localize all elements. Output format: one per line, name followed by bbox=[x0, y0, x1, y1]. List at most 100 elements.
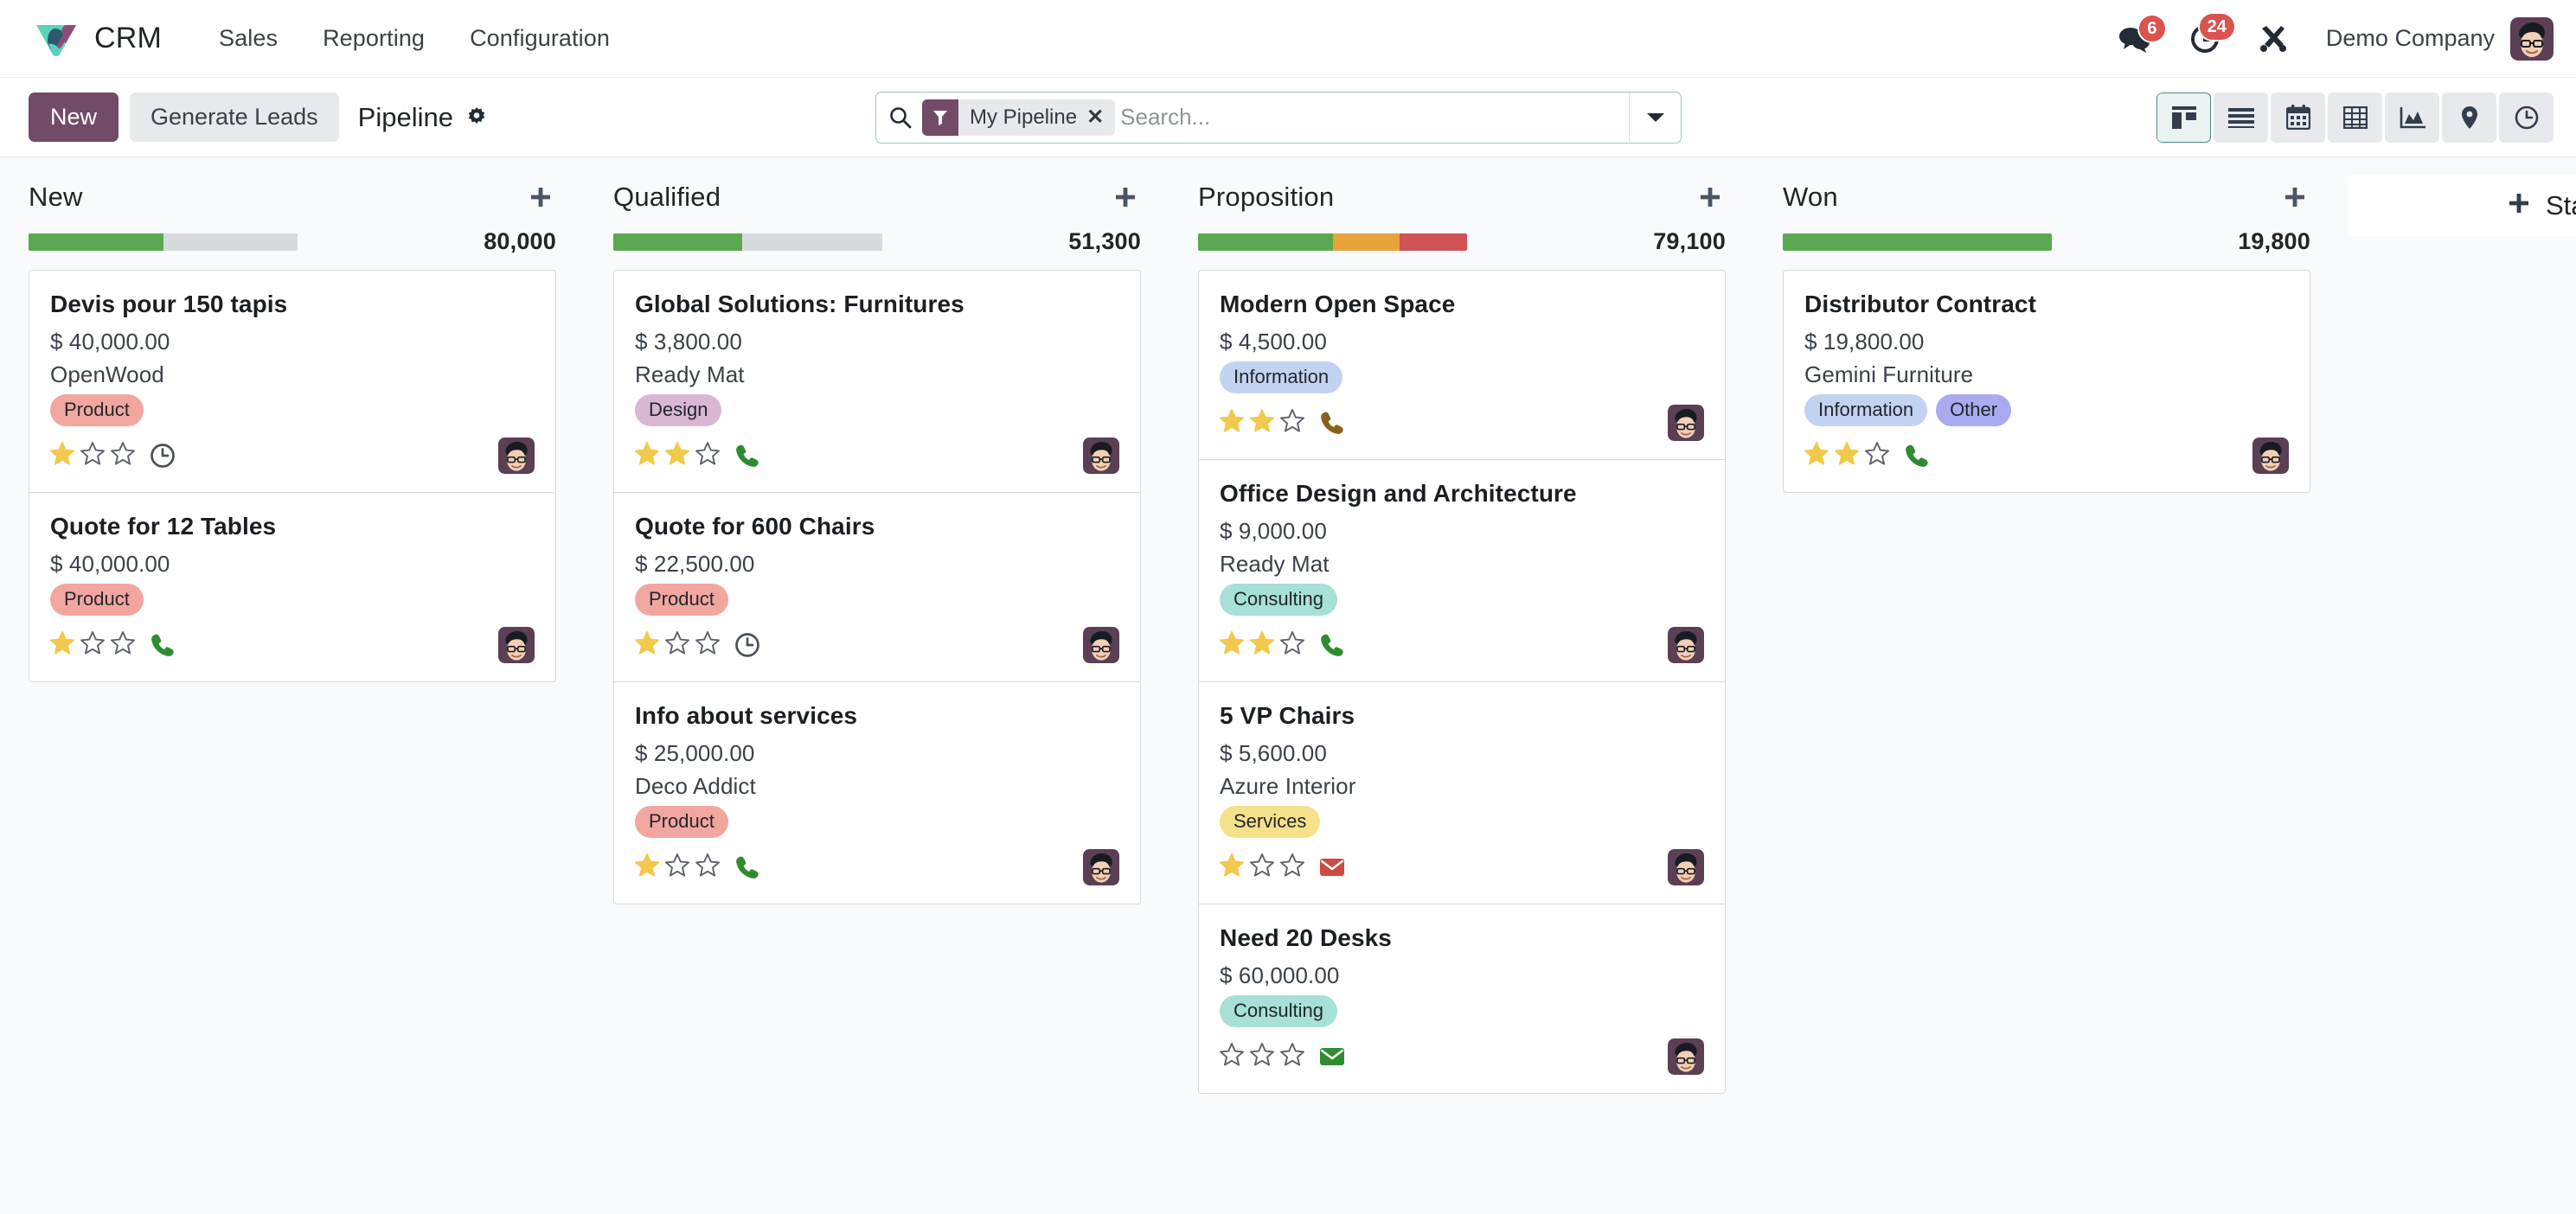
add-card-button[interactable] bbox=[1695, 185, 1726, 209]
star-rating-item[interactable] bbox=[1280, 853, 1304, 881]
progress-segment[interactable] bbox=[1783, 233, 2052, 251]
star-rating-item[interactable] bbox=[635, 631, 659, 659]
card-tag[interactable]: Information bbox=[1804, 393, 1928, 427]
card-assignee-avatar[interactable] bbox=[1083, 849, 1119, 886]
settings-cog-button[interactable] bbox=[465, 106, 488, 129]
card-activity-button[interactable] bbox=[734, 854, 760, 880]
progress-segment[interactable] bbox=[613, 233, 743, 251]
view-button-map[interactable] bbox=[2442, 92, 2496, 143]
kanban-column-title[interactable]: Won bbox=[1783, 182, 1838, 213]
messages-button[interactable]: 6 bbox=[2099, 13, 2170, 53]
star-rating-item[interactable] bbox=[1220, 631, 1244, 659]
view-button-list[interactable] bbox=[2214, 92, 2268, 143]
kanban-card[interactable]: Info about services $ 25,000.00 Deco Addic… bbox=[614, 682, 1140, 904]
card-assignee-avatar[interactable] bbox=[1083, 438, 1119, 475]
card-activity-button[interactable] bbox=[1319, 857, 1345, 878]
kanban-card[interactable]: Quote for 600 Chairs $ 22,500.00 Product bbox=[614, 493, 1140, 683]
card-assignee-avatar[interactable] bbox=[1083, 627, 1119, 664]
developer-tools-button[interactable] bbox=[2240, 24, 2307, 54]
star-rating-item[interactable] bbox=[695, 853, 720, 881]
progress-segment[interactable] bbox=[1400, 233, 1467, 251]
star-rating-item[interactable] bbox=[111, 442, 135, 470]
card-tag[interactable]: Product bbox=[50, 583, 144, 617]
kanban-card[interactable]: Quote for 12 Tables $ 40,000.00 Product bbox=[29, 493, 555, 681]
star-rating-item[interactable] bbox=[80, 442, 105, 470]
nav-item-reporting[interactable]: Reporting bbox=[300, 16, 447, 61]
card-tag[interactable]: Product bbox=[50, 393, 144, 427]
card-activity-button[interactable] bbox=[150, 632, 176, 658]
progress-segment[interactable] bbox=[1198, 233, 1333, 251]
card-tag[interactable]: Design bbox=[635, 393, 722, 427]
new-button[interactable]: New bbox=[29, 92, 119, 143]
card-assignee-avatar[interactable] bbox=[1668, 849, 1704, 886]
star-rating-item[interactable] bbox=[111, 631, 135, 659]
star-rating-item[interactable] bbox=[1250, 631, 1274, 659]
card-activity-button[interactable] bbox=[1319, 410, 1345, 436]
star-rating-item[interactable] bbox=[1220, 409, 1244, 437]
card-activity-button[interactable] bbox=[734, 443, 760, 469]
company-selector[interactable]: Demo Company bbox=[2307, 25, 2510, 52]
add-card-button[interactable] bbox=[1110, 185, 1141, 209]
star-rating-item[interactable] bbox=[665, 442, 689, 470]
view-button-activity[interactable] bbox=[2499, 92, 2554, 143]
add-card-button[interactable] bbox=[525, 185, 556, 209]
star-rating-item[interactable] bbox=[1865, 442, 1889, 470]
kanban-card[interactable]: Modern Open Space $ 4,500.00 Information bbox=[1199, 271, 1725, 461]
star-rating-item[interactable] bbox=[1804, 442, 1829, 470]
kanban-card[interactable]: Distributor Contract $ 19,800.00 Gemini Fu… bbox=[1784, 271, 2310, 492]
star-rating-item[interactable] bbox=[1835, 442, 1859, 470]
view-button-pivot[interactable] bbox=[2328, 92, 2382, 143]
progress-segment[interactable] bbox=[29, 233, 163, 251]
search-input[interactable] bbox=[1120, 92, 1629, 143]
brand[interactable]: CRM bbox=[33, 17, 162, 61]
card-activity-button[interactable] bbox=[1904, 443, 1930, 469]
nav-item-configuration[interactable]: Configuration bbox=[447, 16, 632, 61]
kanban-column-title[interactable]: Proposition bbox=[1198, 182, 1334, 213]
star-rating-item[interactable] bbox=[50, 442, 74, 470]
card-tag[interactable]: Product bbox=[635, 805, 728, 839]
star-rating-item[interactable] bbox=[695, 631, 720, 659]
star-rating-item[interactable] bbox=[1250, 1043, 1274, 1070]
kanban-card[interactable]: Devis pour 150 tapis $ 40,000.00 OpenWood P… bbox=[29, 271, 555, 494]
generate-leads-button[interactable]: Generate Leads bbox=[130, 92, 339, 143]
star-rating-item[interactable] bbox=[80, 631, 105, 659]
progress-segment[interactable] bbox=[742, 233, 882, 251]
star-rating-item[interactable] bbox=[50, 631, 74, 659]
card-tag[interactable]: Information bbox=[1220, 361, 1343, 394]
card-tag[interactable]: Consulting bbox=[1220, 994, 1337, 1028]
nav-item-sales[interactable]: Sales bbox=[196, 16, 300, 61]
card-assignee-avatar[interactable] bbox=[1668, 1038, 1704, 1076]
star-rating-item[interactable] bbox=[1220, 853, 1244, 881]
card-activity-button[interactable] bbox=[1319, 1046, 1345, 1067]
kanban-card[interactable]: Need 20 Desks $ 60,000.00 Consulting bbox=[1199, 904, 1725, 1093]
star-rating-item[interactable] bbox=[1250, 853, 1274, 881]
star-rating-item[interactable] bbox=[635, 442, 659, 470]
card-assignee-avatar[interactable] bbox=[1668, 627, 1704, 664]
card-assignee-avatar[interactable] bbox=[2252, 438, 2289, 475]
card-assignee-avatar[interactable] bbox=[498, 627, 535, 664]
card-tag[interactable]: Consulting bbox=[1220, 583, 1337, 617]
card-assignee-avatar[interactable] bbox=[498, 438, 535, 475]
card-tag[interactable]: Product bbox=[635, 583, 728, 617]
star-rating-item[interactable] bbox=[635, 853, 659, 881]
add-stage-button[interactable]: Stage bbox=[2348, 175, 2576, 236]
view-button-calendar[interactable] bbox=[2271, 92, 2325, 143]
progress-segment[interactable] bbox=[1332, 233, 1400, 251]
star-rating-item[interactable] bbox=[1280, 1043, 1304, 1070]
card-activity-button[interactable] bbox=[1319, 632, 1345, 658]
kanban-card[interactable]: Office Design and Architecture $ 9,000.00… bbox=[1199, 460, 1725, 683]
kanban-column-title[interactable]: New bbox=[29, 182, 83, 213]
view-button-graph[interactable] bbox=[2385, 92, 2439, 143]
card-tag[interactable]: Other bbox=[1936, 393, 2012, 427]
star-rating-item[interactable] bbox=[1250, 409, 1274, 437]
card-tag[interactable]: Services bbox=[1220, 805, 1321, 839]
star-rating-item[interactable] bbox=[665, 631, 689, 659]
avatar[interactable] bbox=[2510, 16, 2554, 61]
search-facet-my-pipeline[interactable]: My Pipeline ✕ bbox=[922, 99, 1116, 136]
card-activity-button[interactable] bbox=[734, 632, 760, 658]
star-rating-item[interactable] bbox=[695, 442, 720, 470]
kanban-card[interactable]: 5 VP Chairs $ 5,600.00 Azure Interior Servi… bbox=[1199, 682, 1725, 905]
close-x-icon[interactable]: ✕ bbox=[1086, 105, 1115, 130]
star-rating-item[interactable] bbox=[1280, 631, 1304, 659]
kanban-column-title[interactable]: Qualified bbox=[613, 182, 721, 213]
